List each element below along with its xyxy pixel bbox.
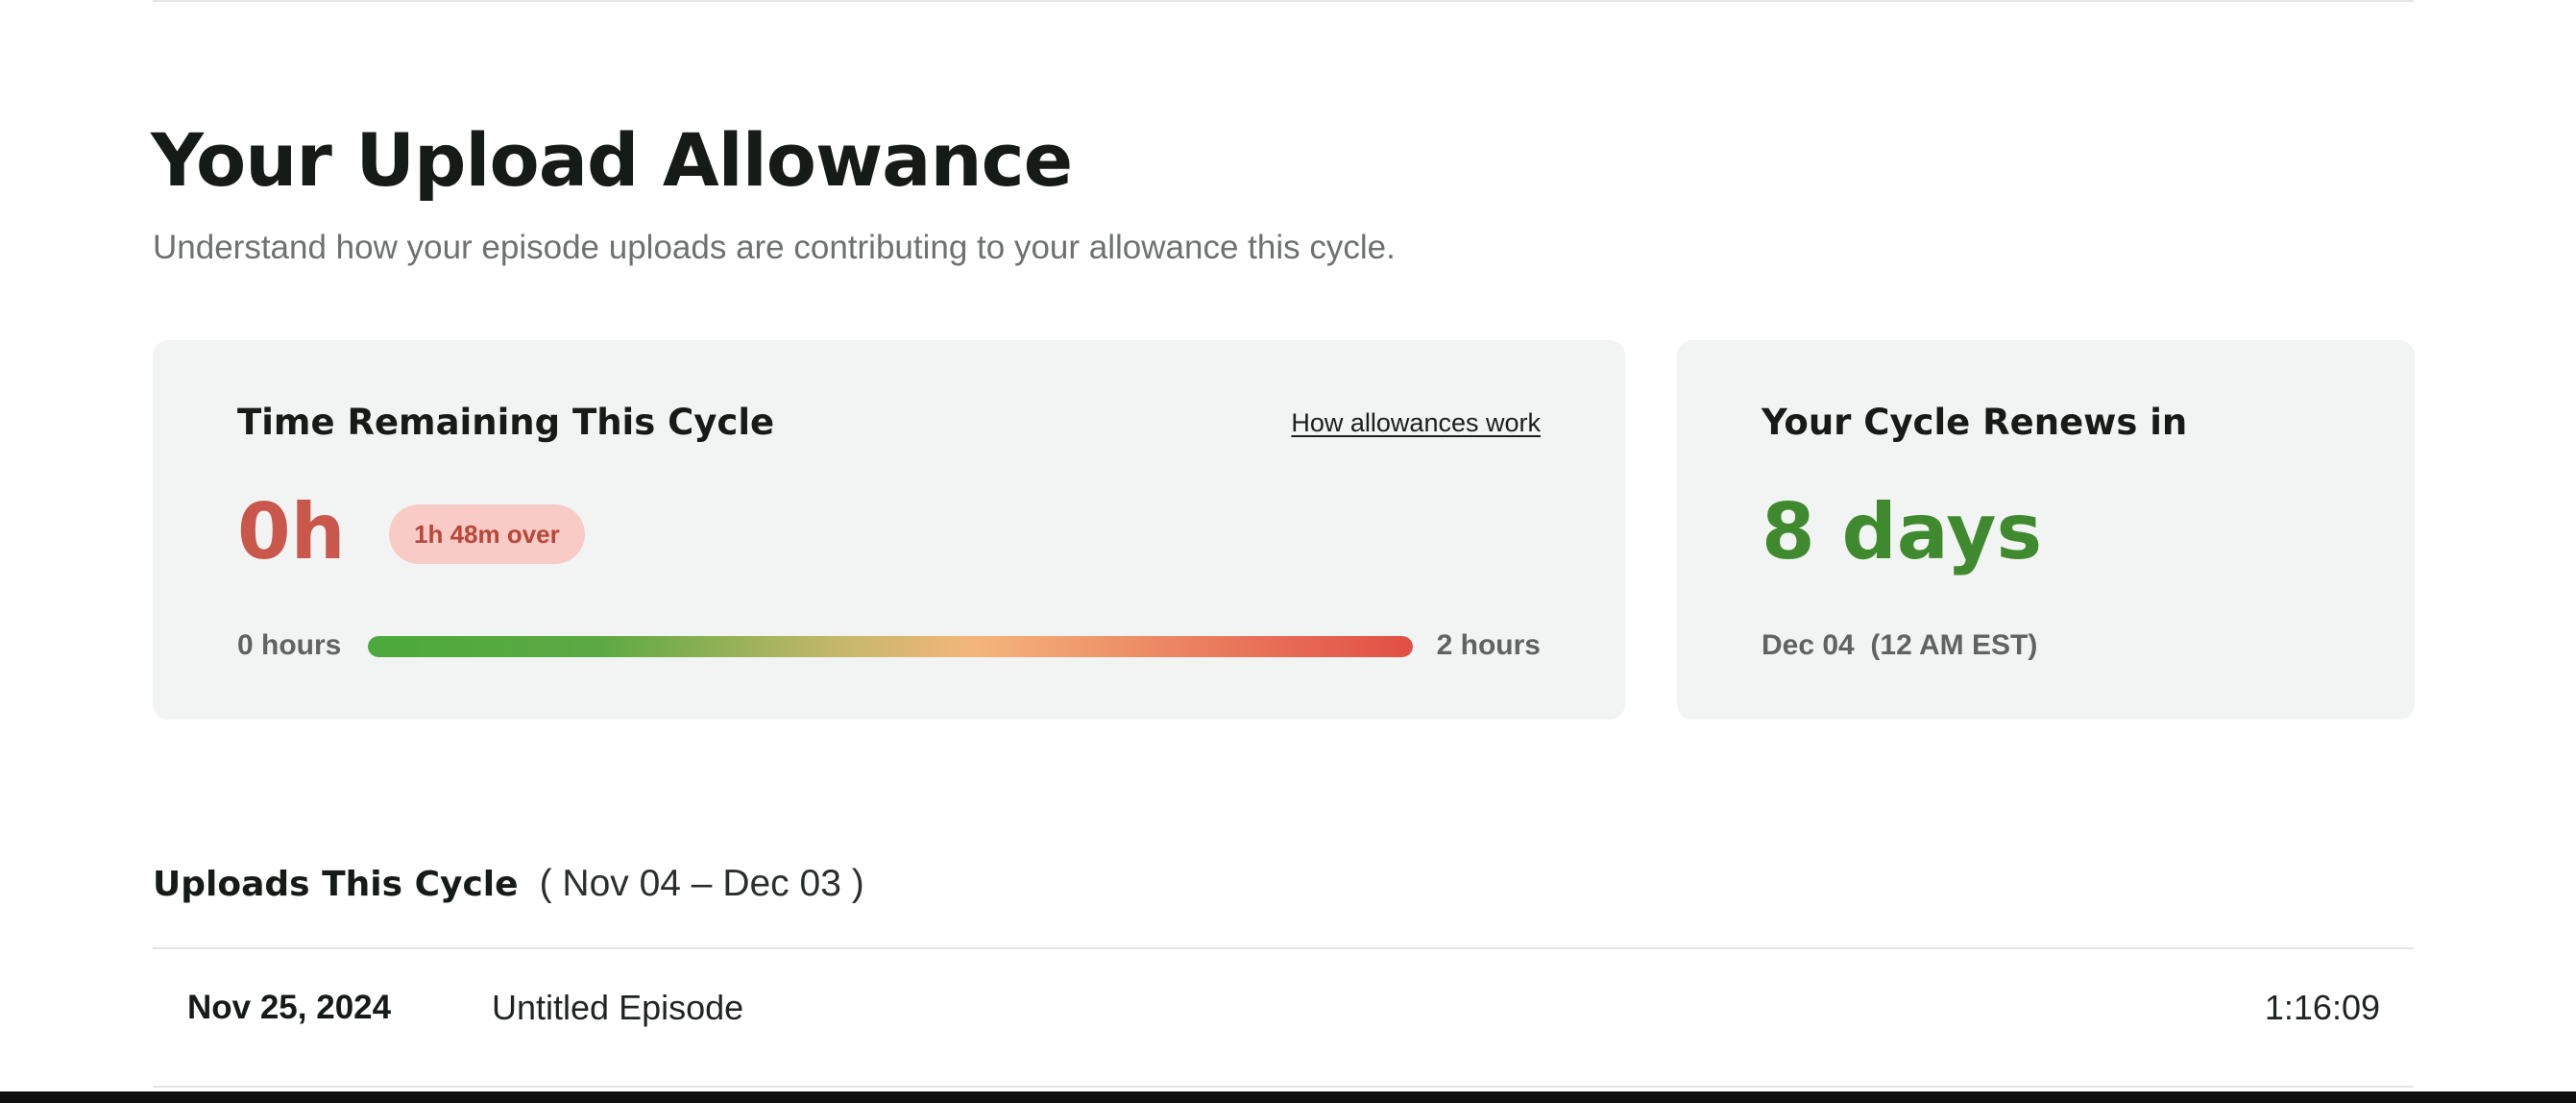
progress-min-label: 0 hours — [237, 629, 342, 661]
cycle-renewal-date: Dec 04 (12 AM EST) — [1762, 629, 2038, 661]
upload-allowance-page: Your Upload Allowance Understand how you… — [0, 0, 2576, 1103]
cycle-renewal-value: 8 days — [1762, 487, 2043, 576]
time-remaining-card: Time Remaining This Cycle How allowances… — [153, 340, 1625, 720]
how-allowances-work-link[interactable]: How allowances work — [1291, 404, 1541, 442]
page-title: Your Upload Allowance — [151, 117, 1073, 203]
uploads-section-header: Uploads This Cycle ( Nov 04 – Dec 03 ) — [153, 857, 864, 912]
table-row[interactable]: Nov 25, 2024 Untitled Episode 1:16:09 — [153, 949, 2414, 1086]
cycle-renewal-heading: Your Cycle Renews in — [1762, 402, 2188, 443]
uploads-date-range: ( Nov 04 – Dec 03 ) — [539, 863, 864, 904]
time-remaining-value: 0h — [237, 487, 346, 576]
usage-progress-fill — [368, 636, 1413, 657]
upload-date: Nov 25, 2024 — [187, 989, 392, 1026]
window-bottom-edge — [0, 1091, 2576, 1103]
uploads-list-bottom-divider — [153, 1086, 2414, 1088]
upload-duration: 1:16:09 — [2264, 988, 2380, 1027]
uploads-title: Uploads This Cycle — [153, 865, 519, 904]
usage-progress-bar — [368, 636, 1413, 657]
page-subtitle: Understand how your episode uploads are … — [153, 229, 1396, 266]
progress-max-label: 2 hours — [1436, 629, 1541, 661]
upload-episode-title: Untitled Episode — [492, 988, 744, 1027]
time-remaining-heading: Time Remaining This Cycle — [237, 402, 775, 443]
top-divider — [153, 0, 2414, 2]
overage-badge: 1h 48m over — [389, 504, 585, 564]
cycle-renewal-card: Your Cycle Renews in 8 days Dec 04 (12 A… — [1677, 340, 2415, 720]
